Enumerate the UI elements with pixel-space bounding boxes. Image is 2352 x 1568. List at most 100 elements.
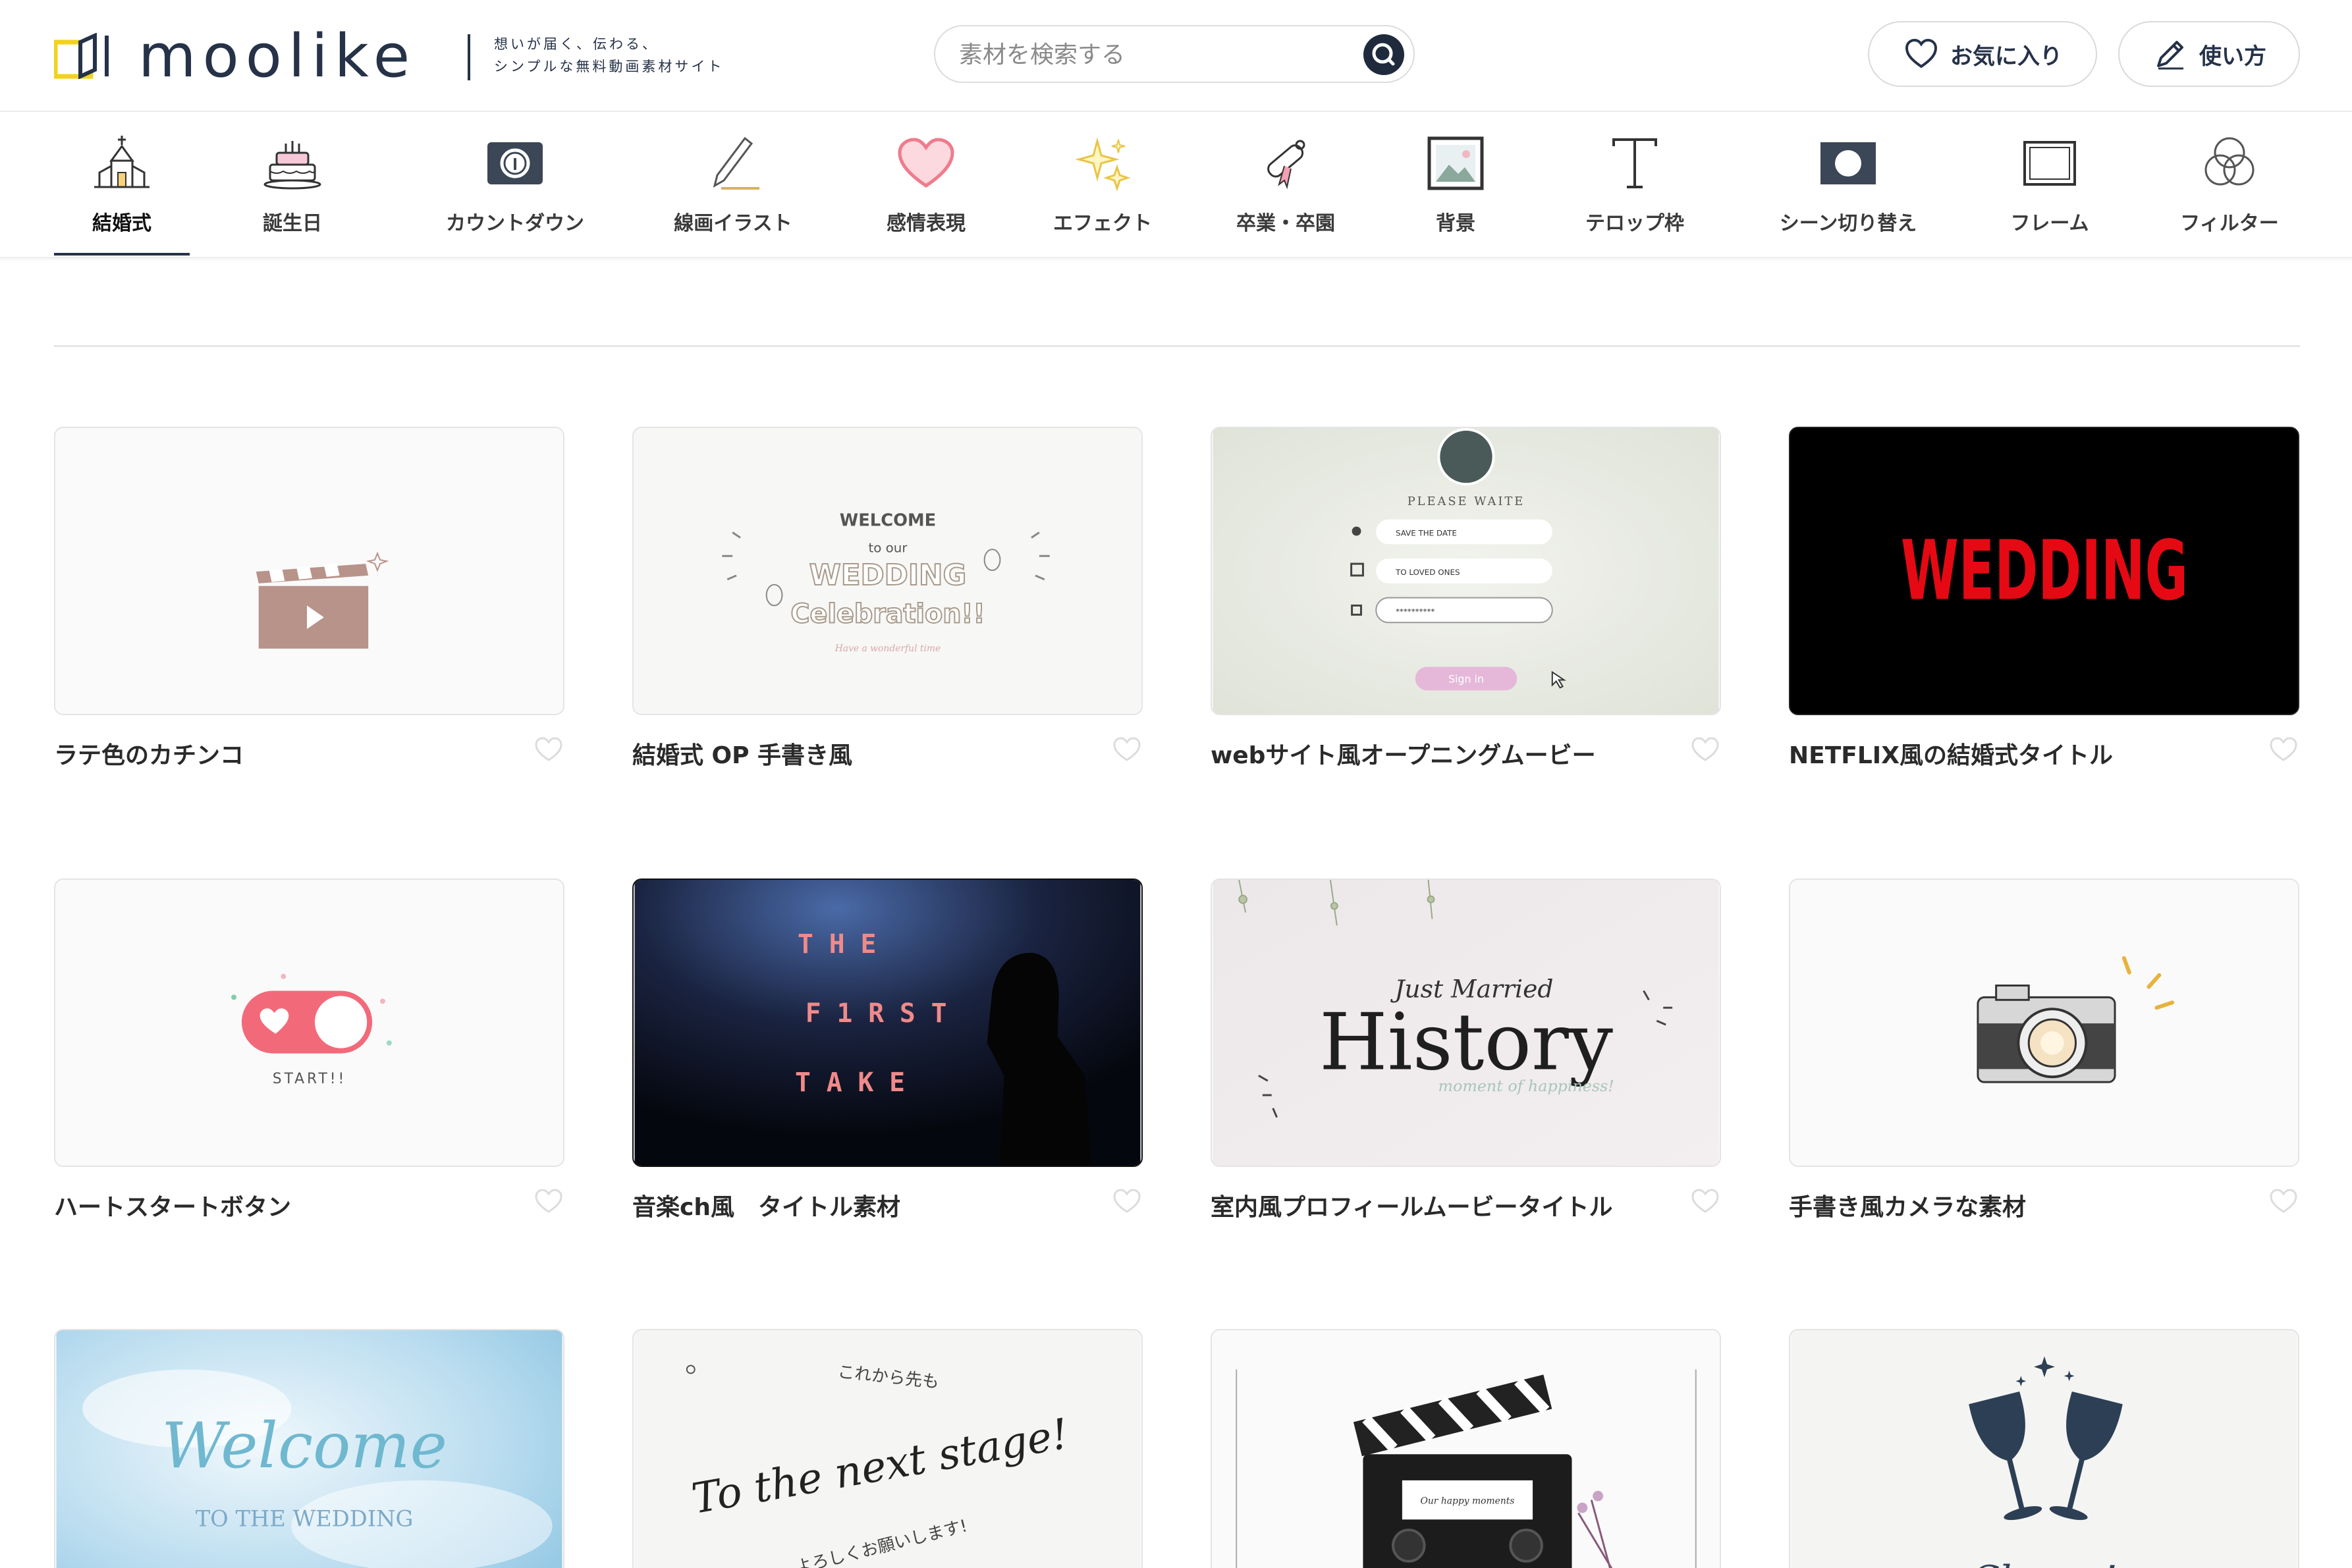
search-input[interactable] <box>958 37 1329 72</box>
content-divider <box>54 345 2300 347</box>
scene-switch-icon <box>1820 142 1876 184</box>
search-icon <box>1372 43 1395 66</box>
category-line-illust[interactable]: 線画イラスト <box>644 124 822 256</box>
card-thumbnail[interactable]: Just Married History moment of happiness… <box>1211 879 1721 1167</box>
category-label: 線画イラスト <box>674 212 792 235</box>
category-telop[interactable]: テロップ枠 <box>1569 124 1701 256</box>
thumb-wedding-red: WEDDING <box>1901 524 2188 619</box>
thumb-art: WELCOME to our WEDDING Celebration!! Hav… <box>634 428 1141 714</box>
category-label: 背景 <box>1436 212 1475 235</box>
search-box <box>934 25 1415 83</box>
card-title[interactable]: NETFLIX風の結婚式タイトル <box>1789 736 2113 770</box>
favorites-button[interactable]: お気に入り <box>1868 21 2097 87</box>
thumb-toour: to our <box>869 540 908 555</box>
favorite-heart-icon[interactable] <box>2268 1185 2299 1217</box>
category-label: フレーム <box>2010 212 2089 235</box>
card-title[interactable]: webサイト風オープニングムービー <box>1211 736 1596 770</box>
card-thumbnail[interactable]: T H E F 1 R S T T A K E <box>632 879 1143 1167</box>
category-scene-switch[interactable]: シーン切り替え <box>1763 124 1934 256</box>
site-header: moolike 想いが届く、伝わる、 シンプルな無料動画素材サイト お気に入り … <box>0 0 2352 112</box>
thumb-wedding: WEDDING <box>809 559 967 592</box>
howto-label: 使い方 <box>2199 43 2266 70</box>
category-label: シーン切り替え <box>1779 212 1917 235</box>
heart-outline-icon <box>1905 38 1938 68</box>
favorites-label: お気に入り <box>1950 43 2062 70</box>
category-wedding[interactable]: 結婚式 <box>54 124 190 256</box>
thumb-moment: moment of happiness! <box>1438 1077 1614 1095</box>
category-graduation[interactable]: 卒業・卒園 <box>1213 124 1358 256</box>
category-birthday[interactable]: 誕生日 <box>227 124 358 256</box>
thumb-the: T H E <box>798 929 876 960</box>
favorite-heart-icon[interactable] <box>1111 1185 1143 1217</box>
logo-text: moolike <box>138 22 417 91</box>
clapperboard-icon <box>56 428 562 714</box>
category-label: 誕生日 <box>263 212 322 235</box>
card-title[interactable]: 音楽ch風 タイトル素材 <box>632 1188 900 1222</box>
category-emotion[interactable]: 感情表現 <box>860 124 992 256</box>
picture-icon <box>1427 136 1484 190</box>
card-welcome-watercolor[interactable]: Welcome TO THE WEDDING <box>54 1329 564 1568</box>
card-thumbnail[interactable]: PLEASE WAITE SAVE THE DATE TO LOVED ONES… <box>1211 427 1721 715</box>
pencil-edit-icon <box>2157 41 2183 70</box>
favorite-heart-icon[interactable] <box>2268 734 2299 765</box>
heart-icon <box>898 138 954 188</box>
card-title[interactable]: ハートスタートボタン <box>54 1188 291 1222</box>
card-thumbnail[interactable]: START!! <box>54 879 564 1167</box>
filter-icon <box>2204 137 2255 186</box>
favorite-heart-icon[interactable] <box>1111 734 1143 765</box>
card-next-stage[interactable]: これから先も To the next stage! よろしくお願いします! <box>632 1329 1143 1568</box>
sparkle-icon <box>1075 137 1131 192</box>
thumb-field3: ********** <box>1396 607 1435 616</box>
thumb-art: Just Married History moment of happiness… <box>1213 880 1719 1166</box>
category-background[interactable]: 背景 <box>1403 124 1508 256</box>
tagline-line2: シンプルな無料動画素材サイト <box>494 59 725 74</box>
card-thumbnail[interactable] <box>1789 879 2299 1167</box>
card-thumbnail[interactable]: Cheers! <box>1789 1329 2299 1568</box>
vhs-clapper-illustration-icon: Our happy moments <box>1213 1330 1719 1568</box>
favorite-heart-icon[interactable] <box>1689 734 1721 765</box>
thumb-celebration: Celebration!! <box>790 599 985 629</box>
card-thumbnail[interactable]: Our happy moments <box>1211 1329 1721 1568</box>
card-thumbnail[interactable]: Welcome TO THE WEDDING <box>54 1329 564 1568</box>
thumb-take: T A K E <box>795 1068 905 1098</box>
category-frame[interactable]: フレーム <box>1992 124 2108 256</box>
pencil-icon <box>713 136 759 190</box>
category-label: 結婚式 <box>92 212 151 235</box>
card-title[interactable]: 結婚式 OP 手書き風 <box>632 736 852 770</box>
thumb-first: F 1 R S T <box>806 998 947 1029</box>
card-title[interactable]: ラテ色のカチンコ <box>54 736 244 770</box>
favorite-heart-icon[interactable] <box>1689 1185 1721 1217</box>
text-t-icon <box>1612 138 1657 188</box>
site-logo[interactable]: moolike 想いが届く、伝わる、 シンプルな無料動画素材サイト <box>54 22 721 91</box>
svg-text:Have a wonderful time: Have a wonderful time <box>834 643 941 654</box>
card-title[interactable]: 手書き風カメラな素材 <box>1789 1188 2026 1222</box>
thumb-history: History <box>1319 997 1613 1088</box>
category-countdown[interactable]: カウントダウン <box>423 124 607 256</box>
countdown-icon <box>487 142 543 184</box>
favorite-heart-icon[interactable] <box>533 1185 564 1217</box>
thumb-happy-moments: Our happy moments <box>1421 1496 1515 1507</box>
card-cheers-wine[interactable]: Cheers! <box>1789 1329 2299 1568</box>
thumb-start: START!! <box>273 1071 346 1087</box>
card-thumbnail[interactable]: WEDDING <box>1789 427 2299 715</box>
card-thumbnail[interactable] <box>54 427 564 715</box>
card-title[interactable]: 室内風プロフィールムービータイトル <box>1211 1188 1613 1222</box>
category-label: エフェクト <box>1053 212 1152 235</box>
diploma-icon <box>1267 140 1305 190</box>
card-vhs-clapper[interactable]: Our happy moments <box>1211 1329 1721 1568</box>
church-icon <box>94 136 150 188</box>
thumb-art: T H E F 1 R S T T A K E <box>634 880 1141 1166</box>
howto-button[interactable]: 使い方 <box>2118 21 2300 87</box>
category-filter[interactable]: フィルター <box>2159 124 2300 256</box>
search-button[interactable] <box>1363 34 1404 75</box>
category-nav: 結婚式 誕生日 カウントダウン 線画イラスト 感情表現 エフェクト 卒業・卒園 … <box>54 124 2300 257</box>
card-thumbnail[interactable]: これから先も To the next stage! よろしくお願いします! <box>632 1329 1143 1568</box>
tagline-line1: 想いが届く、伝わる、 <box>494 36 659 52</box>
category-label: 卒業・卒園 <box>1236 212 1335 235</box>
card-thumbnail[interactable]: WELCOME to our WEDDING Celebration!! Hav… <box>632 427 1143 715</box>
thumb-cheers: Cheers! <box>1971 1558 2117 1568</box>
frame-icon <box>2023 141 2076 186</box>
logo-separator <box>468 34 470 80</box>
category-effect[interactable]: エフェクト <box>1030 124 1175 256</box>
favorite-heart-icon[interactable] <box>533 734 564 765</box>
